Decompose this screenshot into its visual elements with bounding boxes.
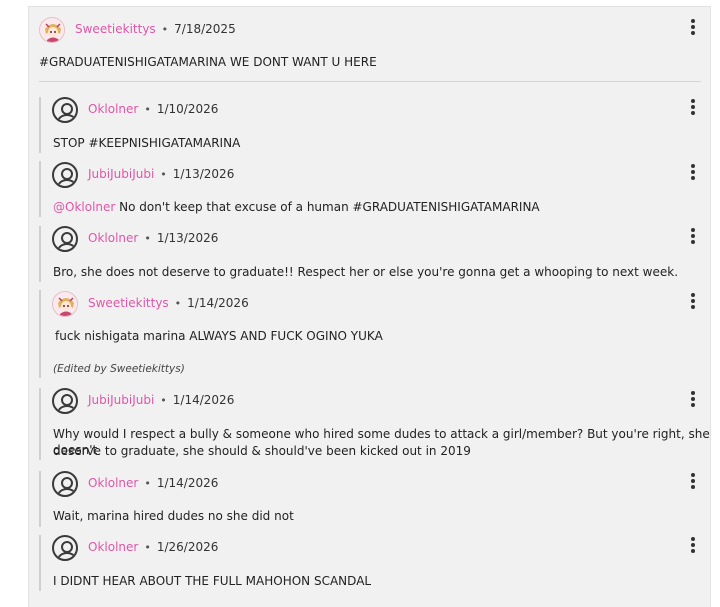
more-vertical-icon[interactable]	[687, 228, 699, 244]
user-circle-icon[interactable]	[52, 535, 78, 561]
comment-meta: JubiJubiJubi • 1/14/2026	[88, 393, 234, 407]
comment-text: STOP #KEEPNISHIGATAMARINA	[53, 136, 241, 150]
meta-separator: •	[144, 231, 151, 245]
reply-indent-line	[39, 161, 41, 217]
comment-meta: Sweetiekittys • 1/14/2026	[88, 296, 249, 310]
meta-separator: •	[161, 22, 169, 36]
mention-link[interactable]: @Oklolner	[53, 200, 115, 214]
meta-separator: •	[144, 476, 151, 490]
username-link[interactable]: Sweetiekittys	[75, 22, 156, 36]
comment-date: 1/13/2026	[172, 167, 235, 181]
user-circle-icon[interactable]	[52, 388, 78, 414]
comment-date: 1/14/2026	[156, 476, 219, 490]
comment-text: Bro, she does not deserve to graduate!! …	[53, 265, 679, 279]
username-link[interactable]: JubiJubiJubi	[88, 393, 154, 407]
reply-indent-line	[39, 290, 41, 378]
comment-text: #GRADUATENISHIGATAMARINA WE DONT WANT U …	[39, 55, 377, 69]
user-circle-icon[interactable]	[52, 162, 78, 188]
comment-meta: Oklolner • 1/14/2026	[88, 476, 218, 490]
meta-separator: •	[160, 393, 167, 407]
reply-indent-line	[39, 226, 41, 282]
edited-note: (Edited by Sweetiekittys)	[53, 363, 185, 375]
comment-text-body: No don't keep that excuse of a human #GR…	[115, 200, 540, 214]
comment-text: I DIDNT HEAR ABOUT THE FULL MAHOHON SCAN…	[53, 574, 372, 588]
comment-date: 1/13/2026	[156, 231, 219, 245]
comment-meta: Oklolner • 1/13/2026	[88, 231, 218, 245]
reply-indent-line	[39, 97, 41, 153]
more-vertical-icon[interactable]	[687, 99, 699, 115]
username-link[interactable]: Oklolner	[88, 102, 138, 116]
username-link[interactable]: JubiJubiJubi	[88, 167, 154, 181]
comment-meta: JubiJubiJubi • 1/13/2026	[88, 167, 234, 181]
more-vertical-icon[interactable]	[687, 293, 699, 309]
anime-avatar-icon[interactable]	[39, 17, 65, 43]
comment-date: 1/14/2026	[172, 393, 235, 407]
meta-separator: •	[144, 102, 151, 116]
reply-indent-line	[39, 471, 41, 527]
more-vertical-icon[interactable]	[687, 537, 699, 553]
comment-text-line: deserve to graduate, she should & should…	[53, 444, 471, 458]
meta-separator: •	[174, 296, 182, 310]
username-link[interactable]: Sweetiekittys	[88, 296, 169, 310]
username-link[interactable]: Oklolner	[88, 231, 138, 245]
anime-avatar-icon[interactable]	[52, 291, 78, 317]
divider	[39, 81, 701, 82]
meta-separator: •	[144, 540, 151, 554]
comment-meta: Oklolner • 1/26/2026	[88, 540, 218, 554]
user-circle-icon[interactable]	[52, 226, 78, 252]
comment-text: @Oklolner No don't keep that excuse of a…	[53, 199, 540, 215]
more-vertical-icon[interactable]	[687, 473, 699, 489]
user-circle-icon[interactable]	[52, 97, 78, 123]
more-vertical-icon[interactable]	[687, 391, 699, 407]
user-circle-icon[interactable]	[52, 471, 78, 497]
comment-text: Wait, marina hired dudes no she did not	[53, 509, 294, 523]
username-link[interactable]: Oklolner	[88, 476, 138, 490]
meta-separator: •	[160, 167, 167, 181]
comment-meta: Oklolner • 1/10/2026	[88, 102, 218, 116]
comment-date: 1/10/2026	[156, 102, 219, 116]
comment-date: 7/18/2025	[174, 22, 236, 36]
comment-date: 1/14/2026	[187, 296, 249, 310]
reply-indent-line	[39, 388, 41, 460]
more-vertical-icon[interactable]	[687, 164, 699, 180]
comment-meta: Sweetiekittys • 7/18/2025	[75, 22, 236, 36]
comment-text: fuck nishigata marina ALWAYS AND FUCK OG…	[55, 329, 383, 343]
more-vertical-icon[interactable]	[687, 19, 699, 35]
reply-indent-line	[39, 535, 41, 591]
username-link[interactable]: Oklolner	[88, 540, 138, 554]
comment-date: 1/26/2026	[156, 540, 219, 554]
